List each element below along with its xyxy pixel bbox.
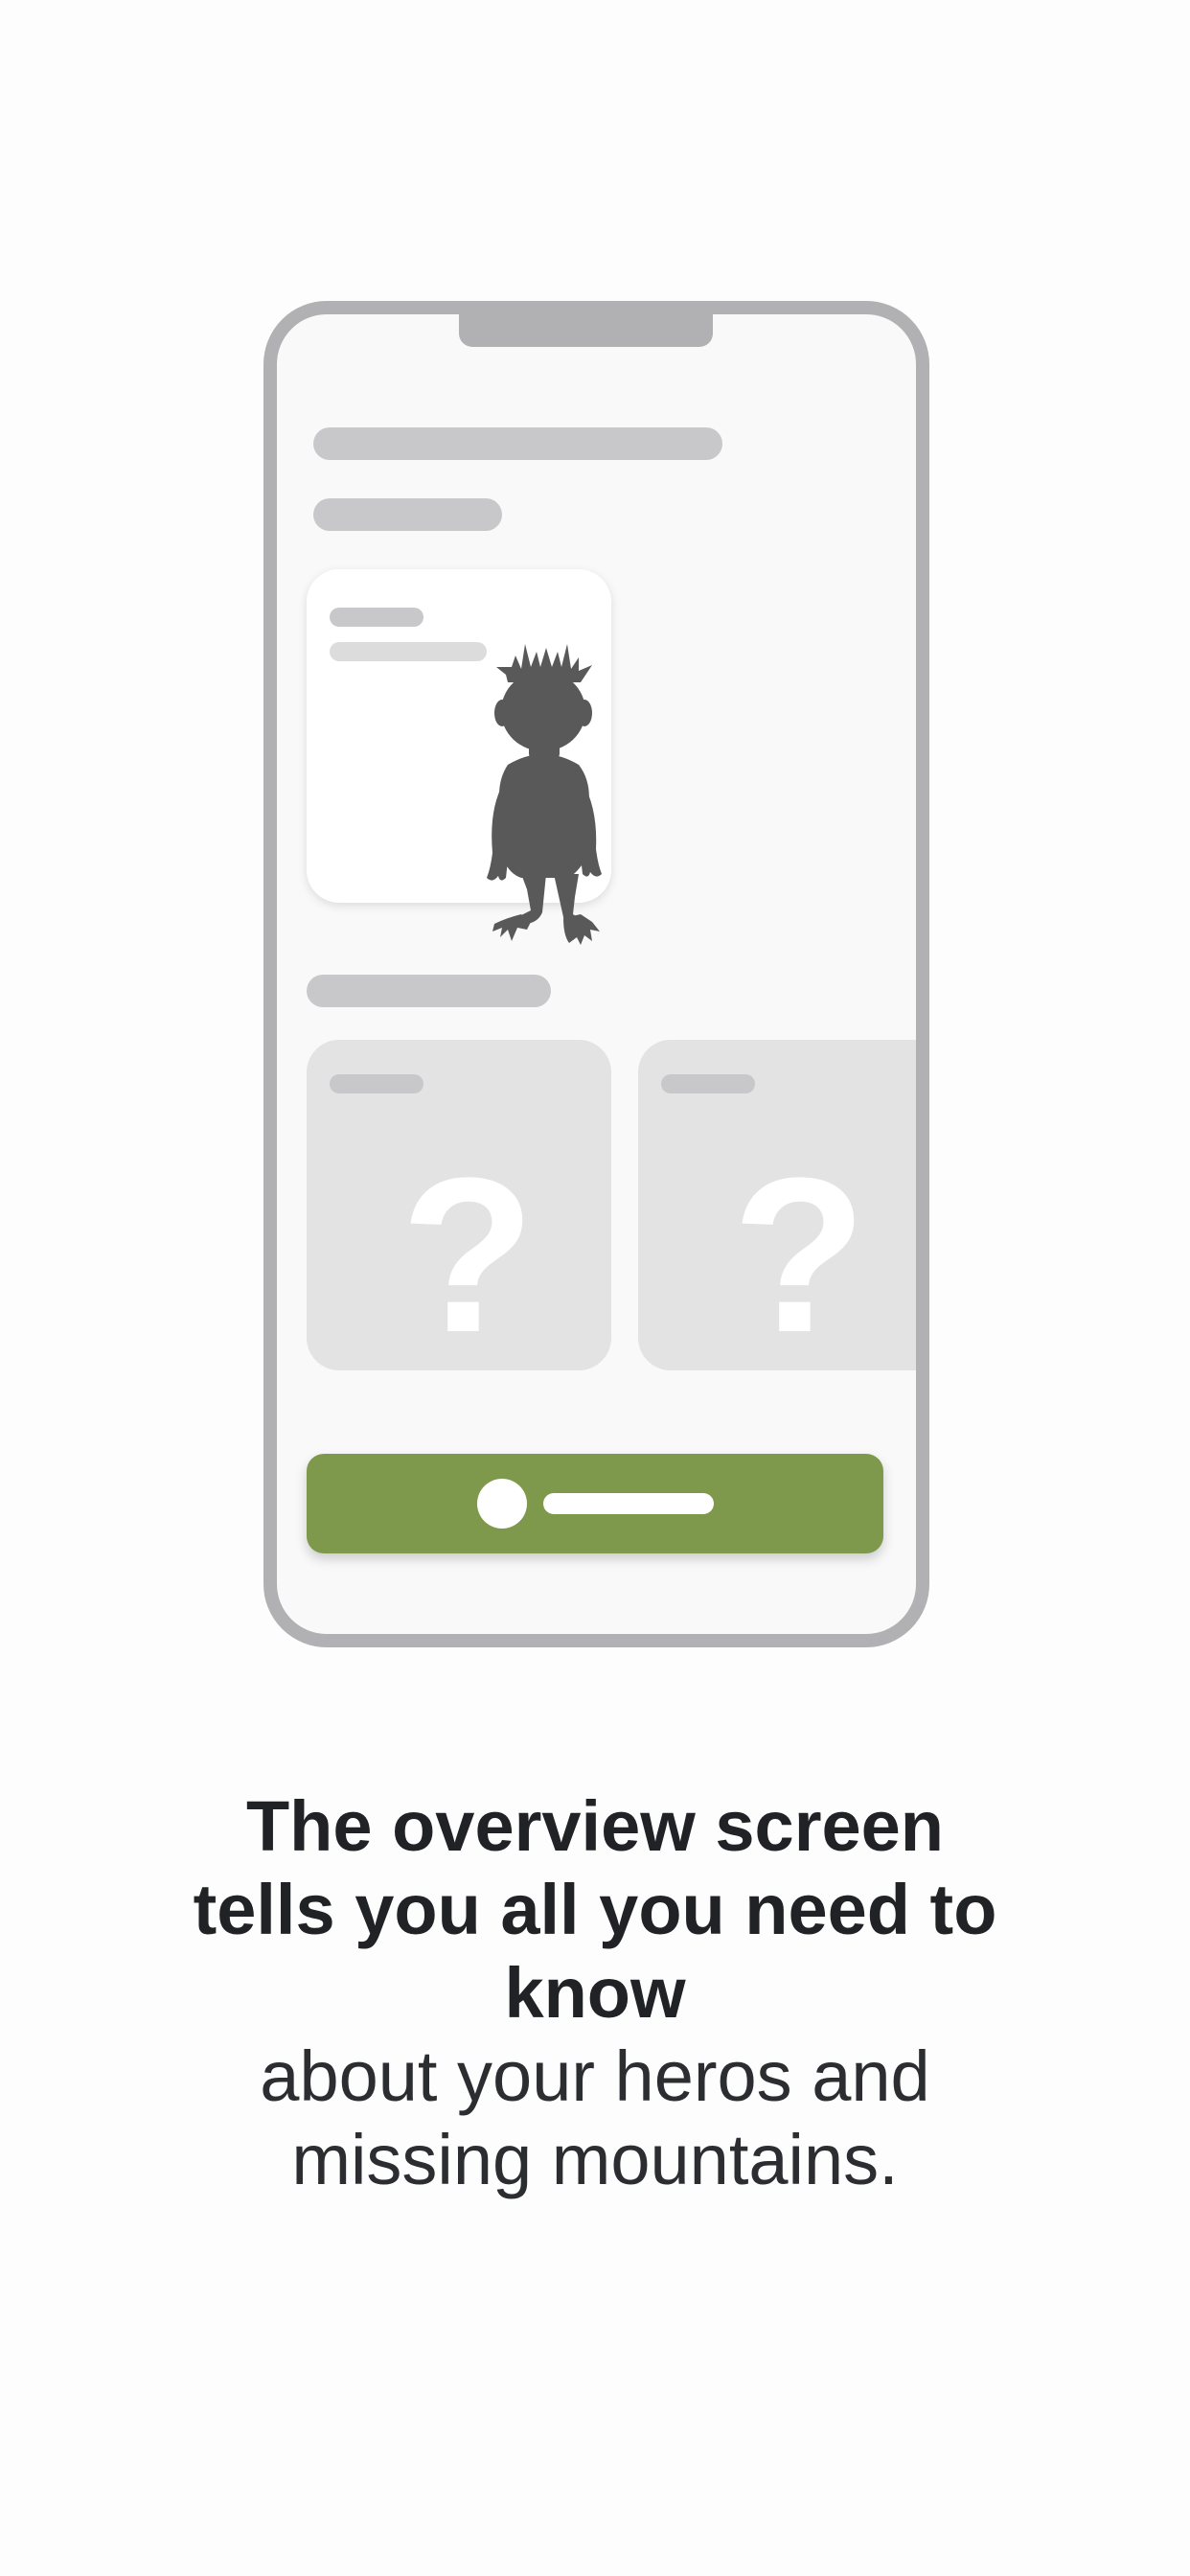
question-mark-icon: ? — [732, 1132, 867, 1378]
dot-icon — [477, 1479, 527, 1529]
section-placeholder-bar — [307, 975, 551, 1007]
caption-bold-text: The overview screen tells you all you ne… — [193, 1786, 997, 2033]
caption-regular-text: about your heros and missing mountains. — [260, 2036, 930, 2199]
hero-card-subtitle-bar — [330, 642, 487, 661]
cta-label-placeholder-bar — [543, 1493, 714, 1514]
subtitle-placeholder-bar — [313, 498, 502, 531]
phone-notch — [459, 309, 713, 347]
missing-mountain-card: ? — [307, 1040, 611, 1370]
onboarding-caption: The overview screen tells you all you ne… — [57, 1784, 1133, 2201]
missing-mountain-card: ? — [638, 1040, 916, 1370]
hero-card-title-bar — [330, 608, 423, 627]
cta-button-illustration — [307, 1454, 883, 1553]
missing-card-title-bar — [661, 1074, 755, 1093]
missing-card-title-bar — [330, 1074, 423, 1093]
hero-silhouette-icon — [487, 644, 602, 945]
question-mark-icon: ? — [400, 1132, 536, 1378]
title-placeholder-bar — [313, 427, 722, 460]
